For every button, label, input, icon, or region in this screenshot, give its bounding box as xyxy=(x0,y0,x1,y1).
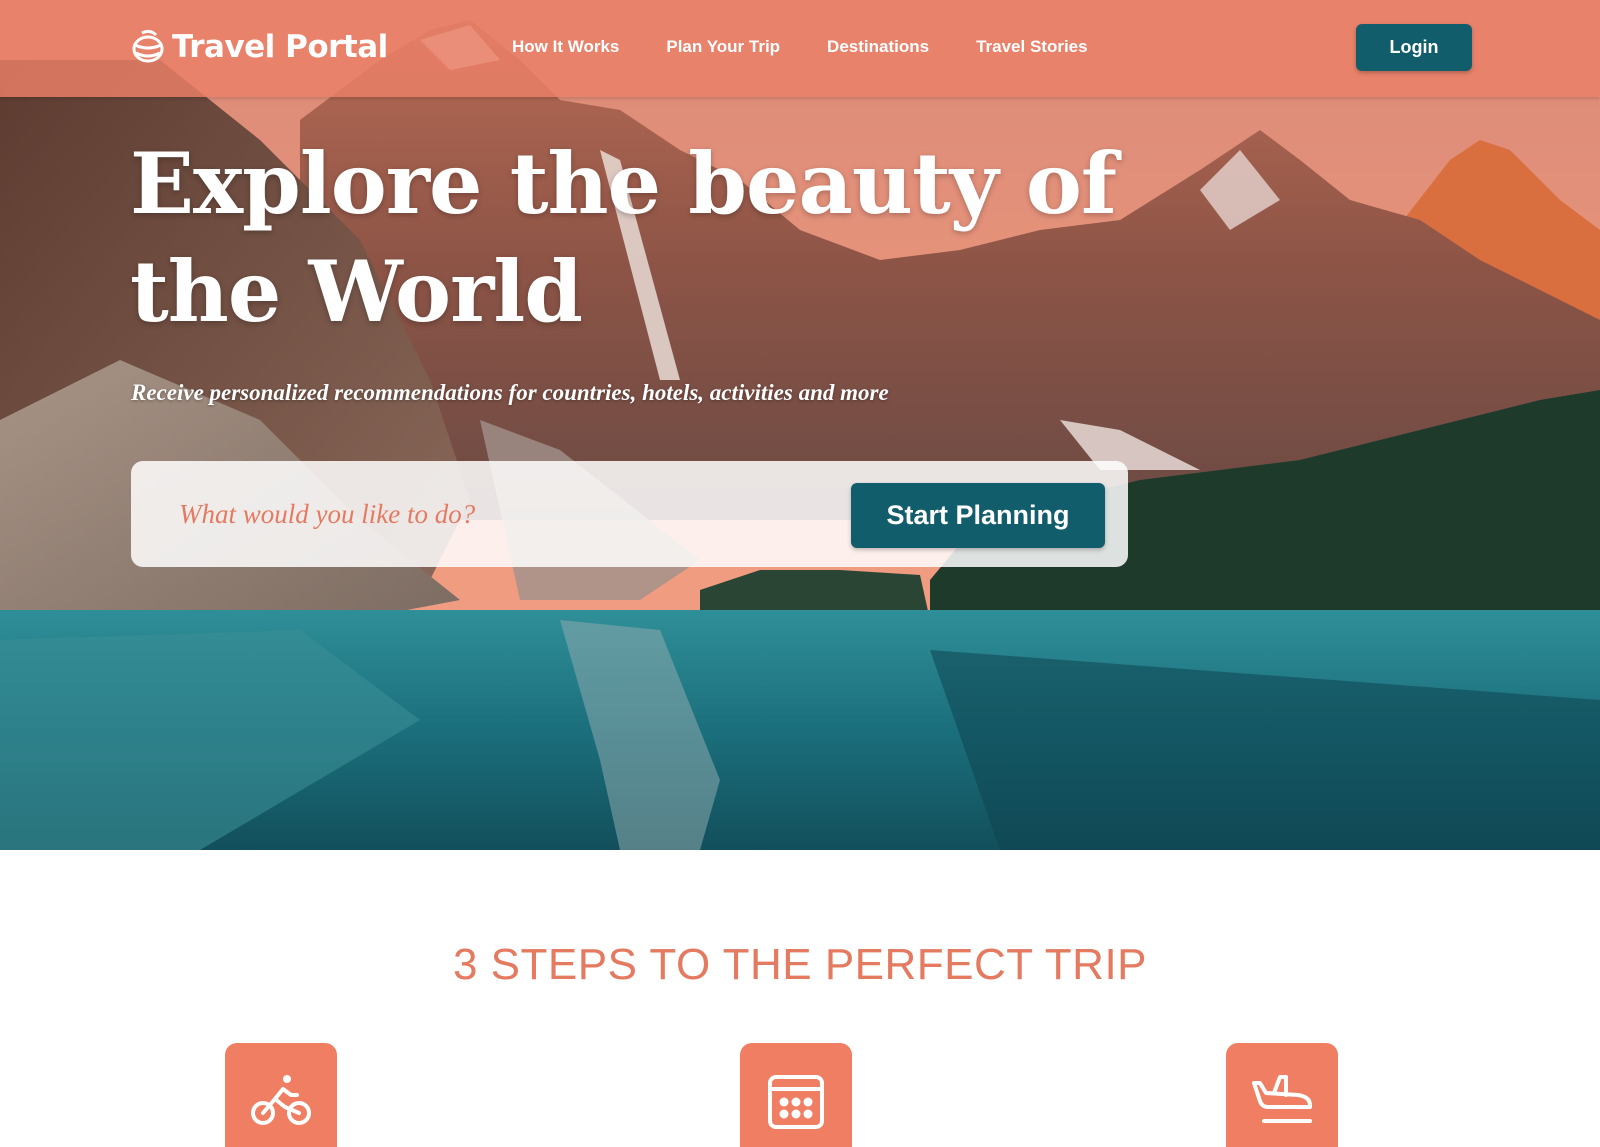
step-2-icon-tile xyxy=(740,1043,852,1147)
hero-section: Travel Portal How It Works Plan Your Tri… xyxy=(0,0,1600,850)
step-3-icon-tile xyxy=(1226,1043,1338,1147)
search-box: Start Planning xyxy=(131,461,1128,567)
hero-background-image xyxy=(0,0,1600,850)
nav-travel-stories[interactable]: Travel Stories xyxy=(976,34,1088,60)
step-1-icon-tile xyxy=(225,1043,337,1147)
nav-destinations[interactable]: Destinations xyxy=(827,34,929,60)
top-navbar: Travel Portal How It Works Plan Your Tri… xyxy=(0,0,1600,97)
globe-icon xyxy=(132,29,164,63)
hero-title: Explore the beauty of the World xyxy=(130,134,1117,341)
hero-subtitle: Receive personalized recommendations for… xyxy=(131,380,889,405)
start-planning-button[interactable]: Start Planning xyxy=(851,483,1105,548)
bicycle-icon xyxy=(251,1075,311,1125)
calendar-icon xyxy=(768,1075,824,1129)
nav-how-it-works[interactable]: How It Works xyxy=(512,34,619,60)
logo[interactable]: Travel Portal xyxy=(130,22,388,72)
airplane-landing-icon xyxy=(1252,1075,1312,1123)
search-input[interactable] xyxy=(179,489,779,539)
main-nav: How It Works Plan Your Trip Destinations… xyxy=(512,34,1135,60)
login-button[interactable]: Login xyxy=(1356,24,1472,71)
nav-plan-your-trip[interactable]: Plan Your Trip xyxy=(666,34,780,60)
logo-text: Travel Portal xyxy=(172,29,388,65)
steps-heading: 3 STEPS TO THE PERFECT TRIP xyxy=(452,940,1148,989)
